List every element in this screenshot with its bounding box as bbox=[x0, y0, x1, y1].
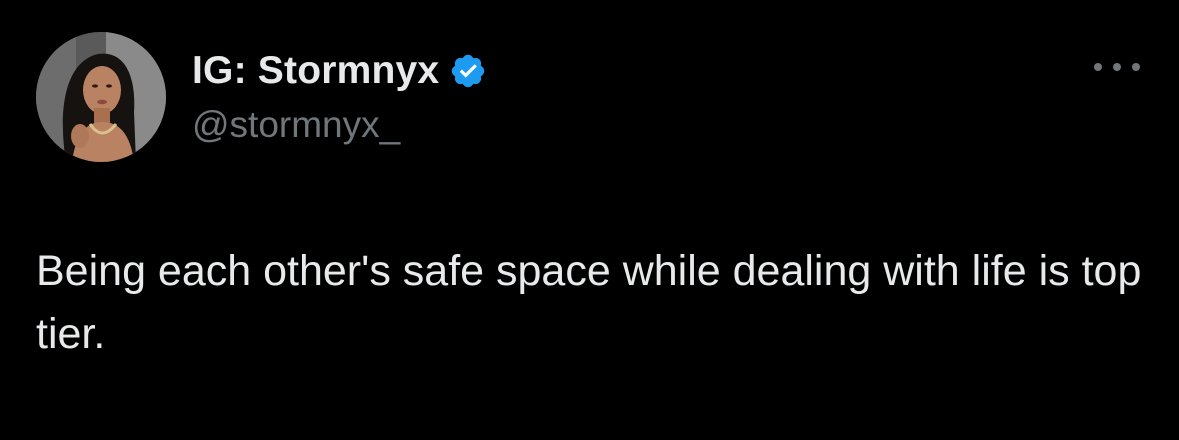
profile-avatar[interactable] bbox=[36, 32, 166, 162]
more-dot bbox=[1094, 63, 1102, 71]
verified-badge-icon bbox=[449, 52, 487, 90]
author-handle[interactable]: @stormnyx_ bbox=[192, 104, 400, 146]
avatar-image bbox=[36, 32, 166, 162]
tweet-text: Being each other's safe space while deal… bbox=[36, 247, 1142, 358]
more-dot bbox=[1132, 63, 1140, 71]
tweet-card: IG: Stormnyx @stormnyx_ Being each other… bbox=[0, 0, 1179, 440]
author-name-row: IG: Stormnyx bbox=[192, 48, 487, 94]
more-options-icon[interactable] bbox=[1094, 56, 1140, 78]
more-dot bbox=[1113, 63, 1121, 71]
author-display-name[interactable]: IG: Stormnyx bbox=[192, 49, 439, 93]
